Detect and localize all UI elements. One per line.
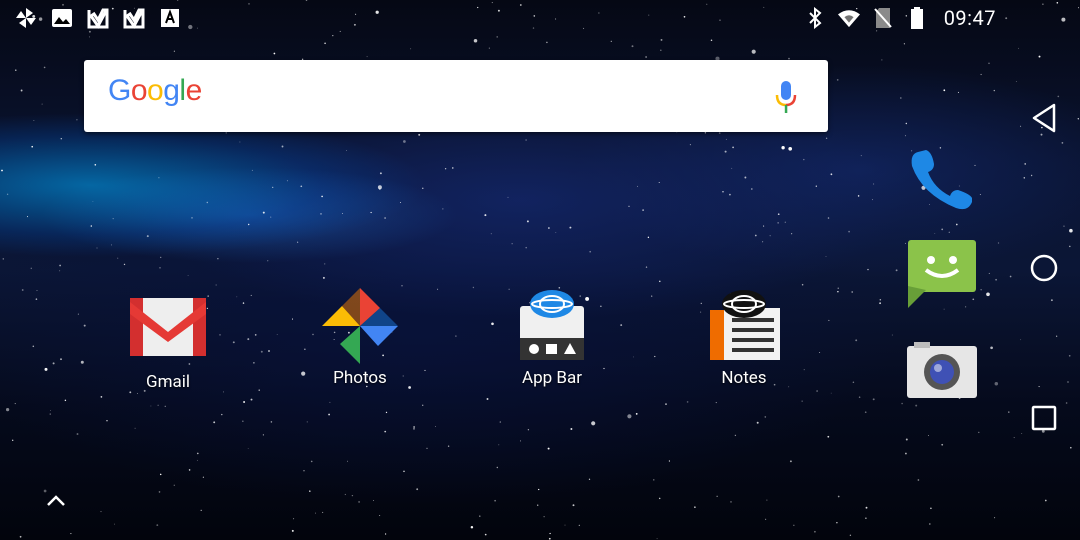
back-icon <box>1031 103 1057 137</box>
logo-letter: G <box>108 74 131 107</box>
notification-icons <box>14 7 182 29</box>
logo-letter: e <box>185 74 203 107</box>
recents-icon <box>1031 405 1057 435</box>
chevron-up-icon <box>46 493 66 512</box>
app-label: Notes <box>721 368 767 388</box>
font-a-icon <box>158 7 182 29</box>
messaging-icon <box>904 236 980 316</box>
app-drawer-button[interactable] <box>38 484 74 520</box>
nav-home-button[interactable] <box>1020 246 1068 294</box>
system-icons: 09:47 <box>804 6 996 30</box>
battery-icon <box>906 6 928 30</box>
app-label: Gmail <box>145 372 190 392</box>
gmail-icon <box>128 290 208 370</box>
app-notes[interactable]: Notes <box>684 286 804 388</box>
wifi-icon <box>837 6 860 30</box>
dock-phone[interactable] <box>904 142 980 218</box>
bluetooth-icon <box>804 6 826 30</box>
gallery-icon <box>50 7 74 29</box>
dock-messaging[interactable] <box>904 236 980 312</box>
notes-icon <box>704 286 784 366</box>
logo-letter: o <box>130 74 148 107</box>
checkmark-app-icon <box>86 7 110 29</box>
microphone-icon[interactable] <box>774 80 798 114</box>
nav-back-button[interactable] <box>1020 96 1068 144</box>
logo-letter: g <box>163 74 180 107</box>
checkmark-app-icon <box>122 7 146 29</box>
app-app-bar[interactable]: App Bar <box>492 286 612 388</box>
photos-pinwheel-icon <box>320 286 400 366</box>
app-photos[interactable]: Photos <box>300 286 420 388</box>
nav-recents-button[interactable] <box>1020 396 1068 444</box>
dock-camera[interactable] <box>904 336 980 412</box>
no-sim-icon <box>872 6 894 30</box>
home-icon <box>1029 253 1059 287</box>
app-label: App Bar <box>522 368 582 388</box>
status-clock: 09:47 <box>943 6 996 30</box>
pinwheel-icon <box>14 7 38 29</box>
logo-letter: o <box>147 74 164 107</box>
app-gmail[interactable]: Gmail <box>108 290 228 392</box>
google-logo: Google <box>108 74 202 108</box>
status-bar: 09:47 <box>0 0 1080 36</box>
phone-icon <box>904 142 980 222</box>
camera-icon <box>904 336 980 416</box>
app-bar-icon <box>512 286 592 366</box>
app-label: Photos <box>333 368 387 388</box>
google-search-bar[interactable]: Google <box>84 60 828 132</box>
